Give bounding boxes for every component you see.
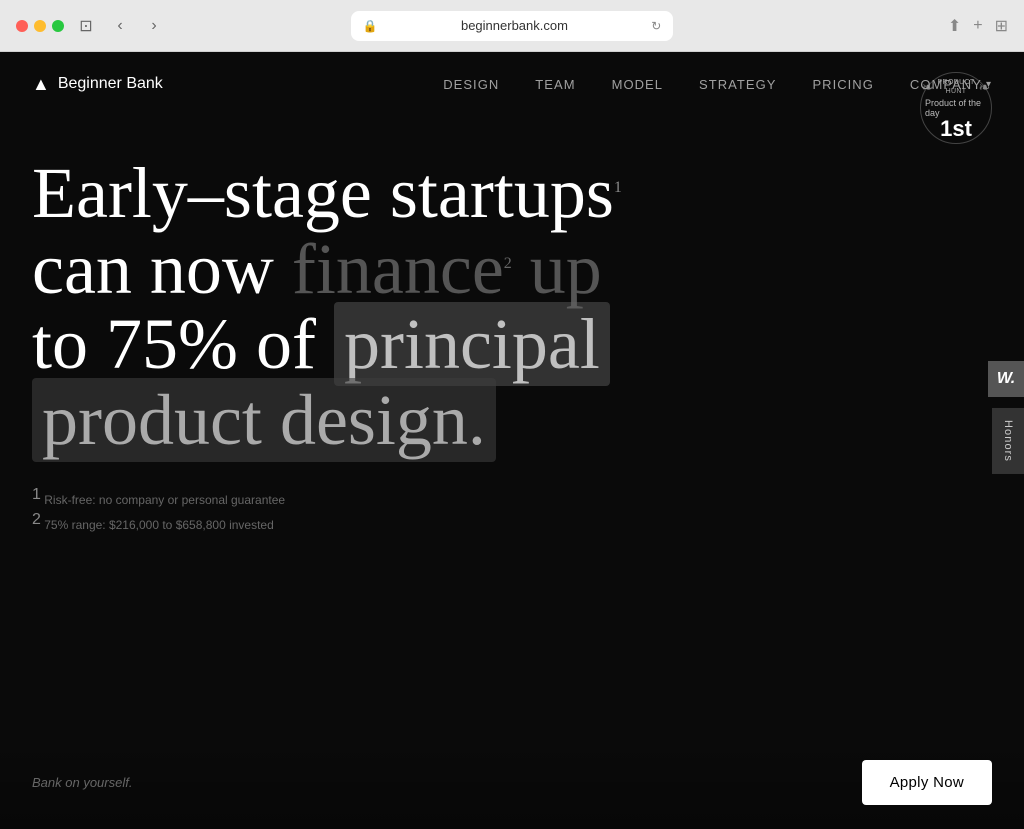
fullscreen-button[interactable]	[52, 20, 64, 32]
honors-tab[interactable]: Honors	[992, 407, 1024, 473]
brand-logo[interactable]: ▲ Beginner Bank	[32, 74, 163, 95]
footnote-ref-1: 1	[614, 179, 622, 196]
nav-design[interactable]: DESIGN	[443, 77, 499, 92]
headline-product-design: product design.	[32, 378, 496, 462]
footnote-sup-1: 1	[32, 486, 41, 503]
nav-company-label: COMPANY	[910, 77, 982, 92]
forward-button[interactable]: ›	[142, 14, 166, 38]
back-button[interactable]: ‹	[108, 14, 132, 38]
hero-headline: Early–stage startups1 can now finance2 u…	[32, 156, 732, 458]
nav-links: DESIGN TEAM MODEL STRATEGY PRICING COMPA…	[443, 77, 992, 92]
browser-chrome: ⊡ ‹ › 🔒 beginnerbank.com ↻ ⬆ + ⊞	[0, 0, 1024, 52]
navbar: ▲ Beginner Bank DESIGN TEAM MODEL STRATE…	[0, 52, 1024, 116]
w-badge-text: W.	[997, 370, 1015, 388]
footnote-sup-2: 2	[32, 511, 41, 528]
share-icon[interactable]: ⬆	[948, 16, 961, 36]
nav-team[interactable]: TEAM	[535, 77, 575, 92]
nav-company[interactable]: COMPANY ▾	[910, 77, 992, 92]
traffic-lights	[16, 20, 64, 32]
honors-label: Honors	[1002, 419, 1014, 461]
apply-now-button[interactable]: Apply Now	[862, 760, 992, 805]
nav-strategy[interactable]: STRATEGY	[699, 77, 776, 92]
headline-principal: principal	[334, 302, 610, 386]
url-text: beginnerbank.com	[386, 18, 644, 33]
new-tab-icon[interactable]: +	[973, 17, 982, 35]
brand-icon: ▲	[32, 74, 50, 95]
headline-line2a: can now	[32, 229, 292, 309]
minimize-button[interactable]	[34, 20, 46, 32]
footnote-1: 1 Risk-free: no company or personal guar…	[32, 486, 992, 507]
headline-line3a: to 75% of	[32, 304, 334, 384]
hero-section: Early–stage startups1 can now finance2 u…	[0, 116, 1024, 532]
bottom-bar: Bank on yourself. Apply Now	[0, 736, 1024, 829]
w-badge: W.	[988, 361, 1024, 397]
headline-line2b: finance	[292, 229, 504, 309]
headline-line2c: up	[512, 229, 602, 309]
lock-icon: 🔒	[363, 19, 378, 33]
footnote-2-text: 75% range: $216,000 to $658,800 invested	[44, 518, 274, 532]
sidebar-toggle[interactable]: ⊡	[74, 14, 98, 38]
footnote-2: 2 75% range: $216,000 to $658,800 invest…	[32, 511, 992, 532]
chevron-down-icon: ▾	[986, 79, 992, 90]
tabs-icon[interactable]: ⊞	[995, 16, 1008, 36]
close-button[interactable]	[16, 20, 28, 32]
footnote-ref-2: 2	[504, 255, 512, 272]
nav-pricing[interactable]: PRICING	[812, 77, 873, 92]
brand-name: Beginner Bank	[58, 75, 163, 93]
footnotes-section: 1 Risk-free: no company or personal guar…	[32, 486, 992, 532]
nav-model[interactable]: MODEL	[612, 77, 663, 92]
tagline: Bank on yourself.	[32, 775, 132, 790]
footnote-1-text: Risk-free: no company or personal guaran…	[44, 493, 285, 507]
headline-line1: Early–stage startups1	[32, 153, 622, 233]
address-bar[interactable]: 🔒 beginnerbank.com ↻	[351, 11, 674, 41]
refresh-icon[interactable]: ↻	[651, 19, 661, 33]
website-content: ▲ Beginner Bank DESIGN TEAM MODEL STRATE…	[0, 52, 1024, 829]
